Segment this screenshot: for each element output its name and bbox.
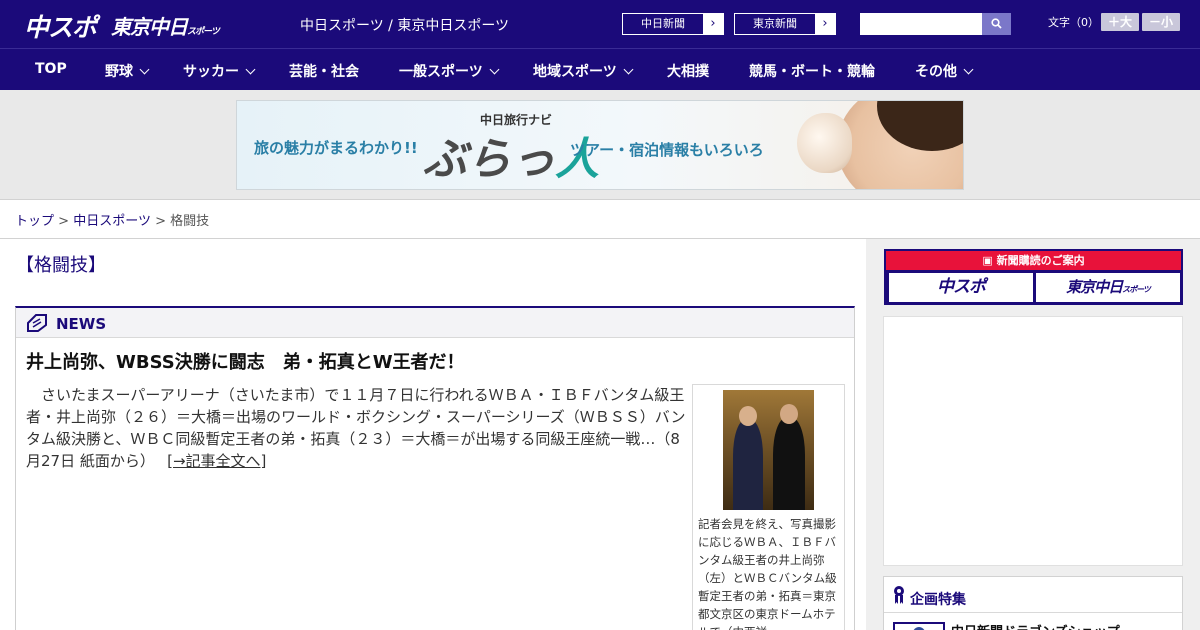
travel-navi-banner[interactable]: 旅の魅力がまるわかり!! 中日旅行ナビ ぶらっ人 ツアー・宿泊情報もいろいろ <box>236 100 964 190</box>
nav-label: 競馬・ボート・競輪 <box>749 64 875 80</box>
feature-head-label: 企画特集 <box>910 592 966 608</box>
news-head: NEWS <box>16 308 854 338</box>
breadcrumb: トップ > 中日スポーツ > 格闘技 <box>15 210 209 229</box>
article-headline[interactable]: 井上尚弥、WBSS決勝に闘志 弟・拓真とW王者だ！ <box>26 348 465 374</box>
nav-item-other[interactable]: その他 <box>915 61 974 81</box>
nav-item-entertainment[interactable]: 芸能・社会 <box>289 61 359 81</box>
nav-item-sumo[interactable]: 大相撲 <box>667 61 709 81</box>
subscribe-tokyo-chunichi-button[interactable]: 東京中日スポーツ <box>1036 273 1180 302</box>
article-body: さいたまスーパーアリーナ（さいたま市）で１１月７日に行われるＷＢＡ・ＩＢＦバンタ… <box>26 386 686 470</box>
subscribe-tokyo-text: 東京中日 <box>1066 278 1123 296</box>
dragons-shop-thumbnail[interactable] <box>893 622 945 630</box>
nav-item-soccer[interactable]: サッカー <box>183 61 256 81</box>
tokyo-shimbun-button[interactable]: 東京新聞 › <box>734 13 836 35</box>
font-smaller-button[interactable]: －小 <box>1142 13 1180 31</box>
breadcrumb-chunichi-sports-link[interactable]: 中日スポーツ <box>73 214 151 229</box>
dragons-shop-link[interactable]: 中日新聞ドラゴンズショップ <box>951 621 1120 630</box>
photo-head-right <box>780 404 798 424</box>
subscription-head: ▣ 新聞購読のご案内 <box>886 251 1181 270</box>
photo-person-left <box>733 420 763 510</box>
banner-logo-text: ぶらっ <box>423 134 555 185</box>
page-title: 【格闘技】 <box>16 255 106 276</box>
nav-item-racing[interactable]: 競馬・ボート・競輪 <box>749 61 875 81</box>
subscribe-tokyo-small: スポーツ <box>1122 285 1151 294</box>
news-box: NEWS 井上尚弥、WBSS決勝に闘志 弟・拓真とW王者だ！ さいたまスーパーア… <box>15 306 855 630</box>
feature-box: 企画特集 中日新聞ドラゴンズショップ <box>883 576 1183 630</box>
news-tag-icon <box>27 314 47 332</box>
search-input[interactable] <box>860 13 982 35</box>
nav-label: TOP <box>35 61 67 77</box>
sidebar-ad-slot[interactable] <box>883 316 1183 566</box>
banner-left-text: 旅の魅力がまるわかり!! <box>254 139 418 157</box>
breadcrumb-current: 格闘技 <box>170 214 210 229</box>
nav-label: サッカー <box>183 64 239 80</box>
tokyo-logo-sub: スポーツ <box>187 27 220 37</box>
read-more-link[interactable]: [→記事全文へ] <box>167 452 266 470</box>
news-head-label: NEWS <box>56 315 107 333</box>
tokyo-logo-text: 東京中日 <box>111 15 188 39</box>
ribbon-icon <box>894 586 904 604</box>
banner-zone: 旅の魅力がまるわかり!! 中日旅行ナビ ぶらっ人 ツアー・宿泊情報もいろいろ <box>0 90 1200 200</box>
tokyo-chunichi-logo[interactable]: 東京中日スポーツ <box>111 11 220 40</box>
nav-label: 大相撲 <box>667 64 709 80</box>
chevron-down-icon <box>623 64 634 75</box>
chevron-down-icon <box>963 64 974 75</box>
subscribe-chuspo-button[interactable]: 中スポ <box>889 273 1033 302</box>
chunichi-shimbun-label: 中日新聞 <box>623 14 703 34</box>
nav-item-top[interactable]: TOP <box>35 61 67 77</box>
article-photo[interactable] <box>723 390 814 510</box>
nav-item-local-sports[interactable]: 地域スポーツ <box>533 61 634 81</box>
chevron-right-icon: › <box>710 16 716 31</box>
nav-label: その他 <box>915 64 957 80</box>
chunichi-shimbun-button[interactable]: 中日新聞 › <box>622 13 724 35</box>
chevron-down-icon <box>139 64 150 75</box>
banner-right-text: ツアー・宿泊情報もいろいろ <box>570 141 764 159</box>
photo-caption: 記者会見を終え、写真撮影に応じるＷＢＡ、ＩＢＦバンタム級王者の井上尚弥（左）とＷ… <box>698 517 837 630</box>
banner-shell-image <box>797 113 852 173</box>
chuspo-logo[interactable]: 中スポ <box>24 8 97 44</box>
photo-person-right <box>773 418 805 510</box>
subscription-head-text: 新聞購読のご案内 <box>996 254 1085 267</box>
search-button[interactable] <box>982 13 1011 35</box>
nav-label: 芸能・社会 <box>289 64 359 80</box>
site-links[interactable]: 中日スポーツ / 東京中日スポーツ <box>300 15 509 35</box>
font-bigger-button[interactable]: ＋大 <box>1101 13 1139 31</box>
photo-head-left <box>739 406 757 426</box>
nav-label: 地域スポーツ <box>533 64 617 80</box>
top-bar: 中スポ 東京中日スポーツ 中日スポーツ / 東京中日スポーツ 中日新聞 › 東京… <box>0 0 1200 48</box>
article-summary: さいたまスーパーアリーナ（さいたま市）で１１月７日に行われるＷＢＡ・ＩＢＦバンタ… <box>26 384 686 472</box>
chevron-down-icon <box>489 64 500 75</box>
breadcrumb-top-link[interactable]: トップ <box>15 214 54 229</box>
breadcrumb-separator: > <box>155 214 166 229</box>
main-nav: TOP 野球 サッカー 芸能・社会 一般スポーツ 地域スポーツ 大相撲 競馬・ボ… <box>0 48 1200 90</box>
chuspo-logo-text: 中スポ <box>24 13 97 42</box>
nav-label: 野球 <box>105 64 133 80</box>
nav-label: 一般スポーツ <box>399 64 483 80</box>
feature-head: 企画特集 <box>884 577 1182 613</box>
article-photo-box: 記者会見を終え、写真撮影に応じるＷＢＡ、ＩＢＦバンタム級王者の井上尚弥（左）とＷ… <box>692 384 845 630</box>
newspaper-icon: ▣ <box>982 254 997 267</box>
nav-item-baseball[interactable]: 野球 <box>105 61 150 81</box>
search-icon <box>991 18 1002 29</box>
tokyo-shimbun-label: 東京新聞 <box>735 14 815 34</box>
breadcrumb-separator: > <box>58 214 70 229</box>
nav-item-general-sports[interactable]: 一般スポーツ <box>399 61 500 81</box>
chevron-down-icon <box>245 64 256 75</box>
subscription-box: ▣ 新聞購読のご案内 中スポ 東京中日スポーツ <box>884 249 1183 305</box>
font-size-label: 文字（0） <box>1048 16 1099 29</box>
chevron-right-icon: › <box>822 16 828 31</box>
